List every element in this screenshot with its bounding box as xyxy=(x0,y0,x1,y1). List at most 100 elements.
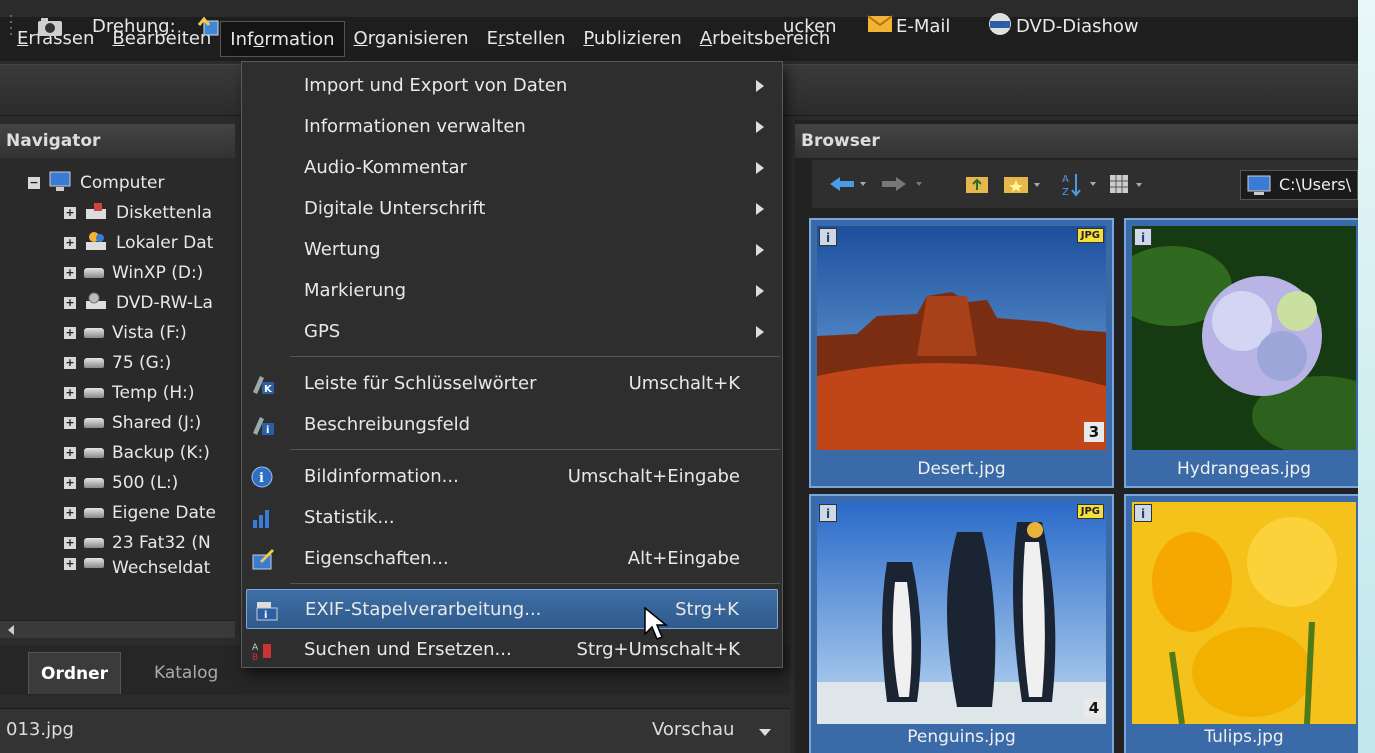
menu-organisieren[interactable]: Organisieren xyxy=(345,21,478,57)
back-forward-icons[interactable] xyxy=(826,169,946,199)
tree-item[interactable]: + Temp (H:) xyxy=(64,378,195,408)
menuitem-wertung[interactable]: Wertung xyxy=(242,230,782,270)
tree-item[interactable]: + Diskettenla xyxy=(64,198,212,228)
menuitem-import-export[interactable]: Import und Export von Daten xyxy=(242,66,782,106)
expand-icon[interactable]: + xyxy=(64,447,76,459)
info-icon: i xyxy=(1134,504,1152,522)
menuitem-bildinformation[interactable]: i Bildinformation... Umschalt+Eingabe xyxy=(242,457,782,497)
menuitem-label: Leiste für Schlüsselwörter xyxy=(304,373,537,394)
menuitem-gps[interactable]: GPS xyxy=(242,312,782,352)
dvd-icon xyxy=(986,11,1016,42)
expand-icon[interactable]: + xyxy=(64,357,76,369)
menuitem-label: EXIF-Stapelverarbeitung... xyxy=(305,599,542,620)
view-mode-icon[interactable] xyxy=(1108,171,1152,197)
thumbnail-penguins[interactable]: i JPG 4 Penguins.jpg xyxy=(809,494,1114,753)
camera-icon[interactable] xyxy=(36,10,66,42)
tree-item[interactable]: +75 (G:) xyxy=(64,348,171,378)
tree-root-computer[interactable]: − Computer xyxy=(28,168,165,198)
tree-item[interactable]: + Eigene Date xyxy=(64,498,216,528)
information-menu: Import und Export von Daten Informatione… xyxy=(241,61,783,668)
menuitem-leiste-schluesselwoerter[interactable]: K Leiste für Schlüsselwörter Umschalt+K xyxy=(242,364,782,404)
preview-dropdown[interactable]: Vorschau xyxy=(652,719,734,740)
submenu-arrow-icon xyxy=(756,203,764,215)
submenu-arrow-icon xyxy=(756,244,764,256)
expand-icon[interactable]: + xyxy=(64,387,76,399)
menu-separator xyxy=(290,356,780,357)
menuitem-exif-stapelverarbeitung[interactable]: i EXIF-Stapelverarbeitung... Strg+K xyxy=(246,589,778,629)
menuitem-label: Audio-Kommentar xyxy=(304,157,467,178)
menuitem-markierung[interactable]: Markierung xyxy=(242,271,782,311)
collapse-icon[interactable]: − xyxy=(28,177,40,189)
jpg-badge: JPG xyxy=(1076,228,1104,243)
menuitem-statistik[interactable]: Statistik... xyxy=(242,498,782,538)
print-button[interactable]: ucken xyxy=(783,10,837,42)
menu-publizieren[interactable]: Publizieren xyxy=(574,21,690,57)
navigator-title: Navigator xyxy=(0,124,235,158)
expand-icon[interactable]: + xyxy=(64,477,76,489)
dvd-label: DVD-Diashow xyxy=(1016,15,1139,37)
tab-ordner[interactable]: Ordner xyxy=(28,652,122,694)
svg-text:i: i xyxy=(266,425,269,436)
tree-item[interactable]: + DVD-RW-La xyxy=(64,288,213,318)
expand-icon[interactable]: + xyxy=(64,237,76,249)
submenu-arrow-icon xyxy=(756,162,764,174)
tree-item[interactable]: + Wechseldat xyxy=(64,558,210,576)
menu-information[interactable]: Information xyxy=(220,21,345,57)
application-window: Erfassen Bearbeiten Information Organisi… xyxy=(0,0,1358,753)
rotate-left-icon[interactable] xyxy=(196,10,224,42)
tree-item[interactable]: +500 (L:) xyxy=(64,468,178,498)
menuitem-eigenschaften[interactable]: Eigenschaften... Alt+Eingabe xyxy=(242,539,782,579)
dvd-slideshow-button[interactable]: DVD-Diashow xyxy=(986,10,1139,42)
tree-item[interactable]: +23 Fat32 (N xyxy=(64,528,211,558)
tree-label: Wechseldat xyxy=(112,558,211,576)
menuitem-suchen-ersetzen[interactable]: AB Suchen und Ersetzen... Strg+Umschalt+… xyxy=(242,630,782,670)
toolbar-grip xyxy=(10,10,18,42)
info-icon: i xyxy=(819,504,837,522)
tab-katalog[interactable]: Katalog xyxy=(142,652,230,694)
expand-icon[interactable]: + xyxy=(64,558,76,570)
tree-item[interactable]: + Backup (K:) xyxy=(64,438,210,468)
expand-icon[interactable]: + xyxy=(64,297,76,309)
scroll-left-icon[interactable] xyxy=(4,622,18,638)
horizontal-scrollbar[interactable] xyxy=(0,620,235,638)
keywords-panel-icon: K xyxy=(253,376,274,395)
exif-batch-icon: i xyxy=(256,602,278,621)
expand-icon[interactable]: + xyxy=(64,417,76,429)
rotation-label: Drehung: xyxy=(92,15,176,37)
tree-item[interactable]: + Shared (J:) xyxy=(64,408,201,438)
thumbnail-desert[interactable]: i JPG 3 Desert.jpg xyxy=(809,218,1114,488)
find-replace-icon: AB xyxy=(252,643,271,662)
menu-separator xyxy=(290,583,780,584)
tree-label: Shared (J:) xyxy=(112,413,202,433)
menuitem-beschreibungsfeld[interactable]: i Beschreibungsfeld xyxy=(242,405,782,445)
menuitem-label: GPS xyxy=(304,321,341,342)
chevron-down-icon[interactable] xyxy=(758,728,772,738)
menuitem-audio-kommentar[interactable]: Audio-Kommentar xyxy=(242,148,782,188)
menuitem-shortcut: Umschalt+K xyxy=(628,373,740,394)
svg-text:K: K xyxy=(264,384,273,395)
tree-item[interactable]: + WinXP (D:) xyxy=(64,258,203,288)
tree-label: Lokaler Dat xyxy=(116,233,214,253)
tree-item[interactable]: + Lokaler Dat xyxy=(64,228,213,258)
menuitem-digitale-unterschrift[interactable]: Digitale Unterschrift xyxy=(242,189,782,229)
expand-icon[interactable]: + xyxy=(64,207,76,219)
expand-icon[interactable]: + xyxy=(64,267,76,279)
favorites-folder-icon[interactable] xyxy=(1002,171,1046,197)
expand-icon[interactable]: + xyxy=(64,507,76,519)
thumbnail-caption: Penguins.jpg xyxy=(907,727,1016,747)
info-icon: i xyxy=(1134,228,1152,246)
thumbnail-tulips[interactable]: i Tulips.jpg xyxy=(1124,494,1358,753)
email-button[interactable]: E-Mail xyxy=(866,10,950,42)
desert-image xyxy=(817,226,1106,450)
folder-up-icon[interactable] xyxy=(964,171,992,197)
tree-item[interactable]: + Vista (F:) xyxy=(64,318,187,348)
menuitem-label: Bildinformation... xyxy=(304,466,459,487)
expand-icon[interactable]: + xyxy=(64,537,76,549)
thumbnail-hydrangeas[interactable]: i Hydrangeas.jpg xyxy=(1112,218,1358,488)
sort-icon[interactable]: AZ xyxy=(1060,170,1104,198)
expand-icon[interactable]: + xyxy=(64,327,76,339)
menu-erstellen[interactable]: Erstellen xyxy=(478,21,575,57)
floppy-drive-icon xyxy=(84,201,108,226)
menuitem-informationen-verwalten[interactable]: Informationen verwalten xyxy=(242,107,782,147)
tree-label: 500 (L:) xyxy=(112,473,179,493)
